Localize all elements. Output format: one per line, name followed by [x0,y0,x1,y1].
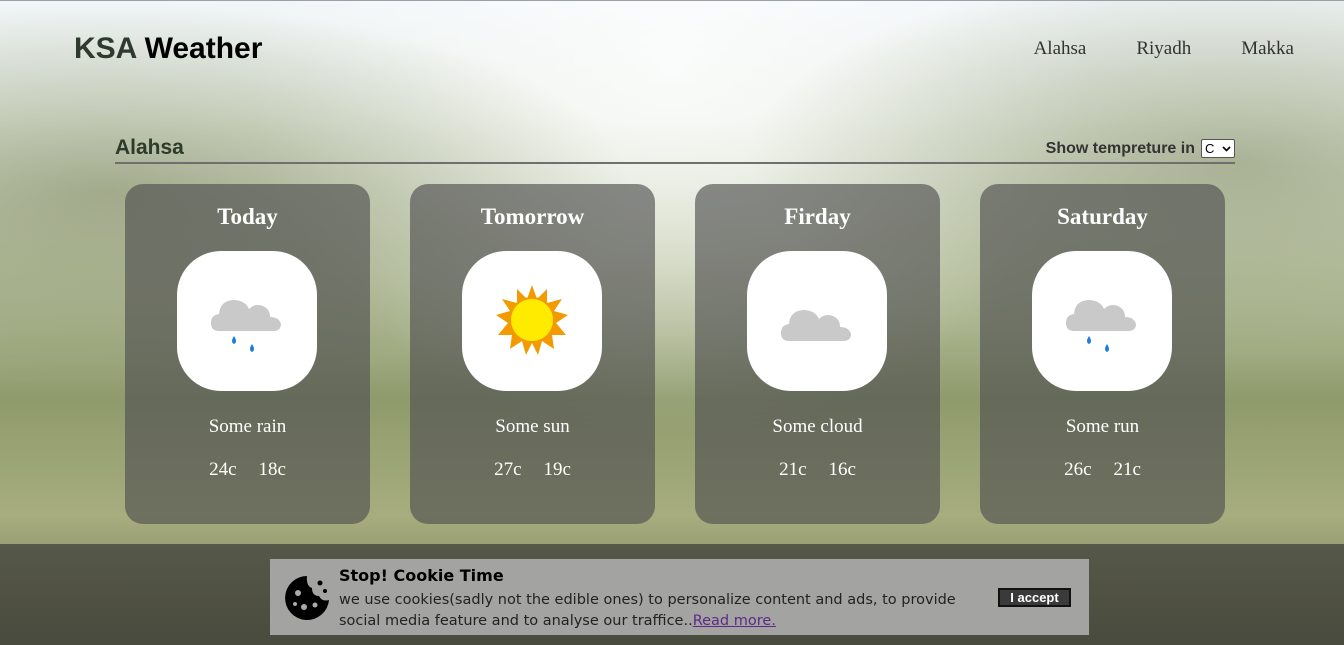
read-more-link[interactable]: Read more. [693,613,776,629]
top-border [0,0,1344,1]
cookie-title: Stop! Cookie Time [339,566,504,585]
weather-description: Some run [1065,416,1140,437]
city-title: Alahsa [115,136,184,159]
temp-low: 19c [543,459,571,480]
temperature-range: 24c 18c [125,459,370,481]
rain-cloud-icon [211,300,281,352]
temp-low: 16c [828,459,856,480]
cookie-banner: Stop! Cookie Time we use cookies(sadly n… [270,559,1089,635]
temp-high: 27c [494,459,522,480]
city-nav: Alahsa Riyadh Makka [1034,38,1294,60]
weather-icon-box [462,251,602,391]
unit-selected-value: C [1205,141,1215,156]
weather-icon-box [1032,251,1172,391]
nav-link-alahsa[interactable]: Alahsa [1034,38,1087,60]
temp-low: 18c [258,459,286,480]
rain-cloud-icon [1066,300,1136,352]
accept-cookies-button[interactable]: I accept [998,588,1071,607]
forecast-card-firday: Firday Some cloud 21c 16c [695,184,940,524]
temp-high: 24c [209,459,237,480]
logo-weather: Weather [144,32,263,65]
forecast-header: Alahsa Show tempreture in C [115,136,1235,164]
nav-link-riyadh[interactable]: Riyadh [1136,38,1191,60]
unit-control: Show tempreture in C [1046,139,1235,158]
site-logo[interactable]: KSA Weather [74,32,262,66]
forecast-card-today: Today Some rain 24c 18c [125,184,370,524]
unit-select[interactable]: C [1201,139,1235,158]
weather-description: Some cloud [772,416,863,437]
weather-icon-box [177,251,317,391]
chevron-down-icon [1222,145,1231,152]
day-title: Firday [784,204,851,229]
logo-ksa: KSA [74,32,137,65]
temp-high: 26c [1064,459,1092,480]
site-header: KSA Weather Alahsa Riyadh Makka [74,28,1294,78]
cloud-icon [781,310,851,341]
cookie-message: we use cookies(sadly not the edible ones… [339,590,999,632]
forecast-card-saturday: Saturday Some run 26c 21c [980,184,1225,524]
forecast-card-tomorrow: Tomorrow Some sun 27c 19c [410,184,655,524]
weather-icon-box [747,251,887,391]
weather-description: Some rain [208,416,287,437]
cookie-text: we use cookies(sadly not the edible ones… [339,592,956,629]
temp-low: 21c [1113,459,1141,480]
sun-icon [496,285,568,355]
temperature-range: 27c 19c [410,459,655,481]
temp-high: 21c [779,459,807,480]
temperature-range: 26c 21c [980,459,1225,481]
day-title: Tomorrow [480,204,585,229]
unit-label: Show tempreture in [1045,139,1195,157]
day-title: Today [217,204,278,229]
day-title: Saturday [1057,204,1148,229]
nav-link-makka[interactable]: Makka [1241,38,1294,60]
temperature-range: 21c 16c [695,459,940,481]
weather-description: Some sun [495,416,570,437]
cookie-icon [285,576,329,620]
